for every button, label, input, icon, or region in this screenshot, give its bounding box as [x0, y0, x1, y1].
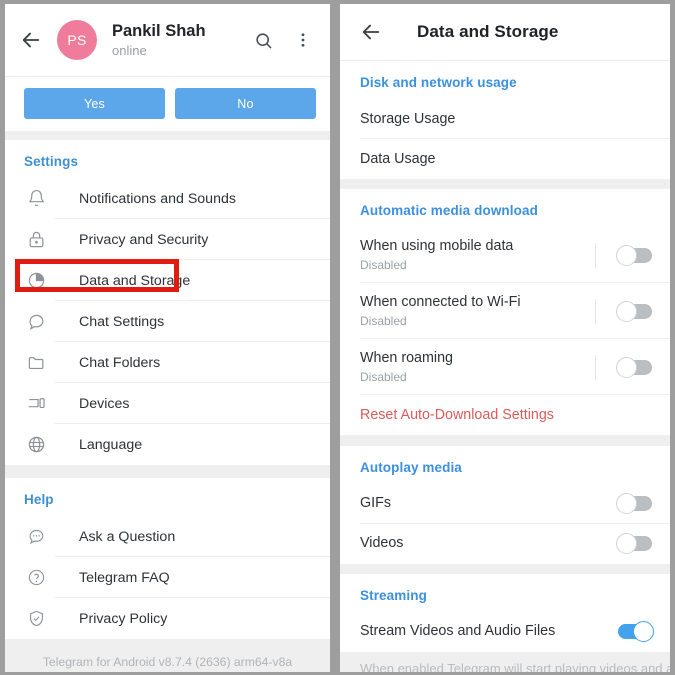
row-label: Stream Videos and Audio Files: [360, 623, 556, 640]
row-sublabel: Disabled: [360, 314, 407, 329]
sidebar-item-language[interactable]: Language: [5, 424, 330, 465]
toggle-knob: [616, 356, 637, 378]
row-label: Videos: [360, 535, 404, 552]
row-data-usage[interactable]: Data Usage: [340, 139, 670, 180]
yes-button[interactable]: Yes: [24, 88, 165, 119]
overflow-menu-icon[interactable]: [290, 27, 316, 53]
reset-auto-download-label: Reset Auto-Download Settings: [360, 406, 554, 423]
section-divider: [340, 435, 670, 446]
lock-icon: [24, 228, 48, 252]
toggle-mobile-data[interactable]: [616, 244, 652, 266]
row-label: When using mobile data: [360, 238, 514, 255]
toggle-knob: [616, 300, 637, 322]
shield-check-icon: [24, 607, 48, 631]
sidebar-item-label: Privacy and Security: [79, 231, 209, 248]
sidebar-item-label: Telegram FAQ: [79, 569, 170, 586]
toggle-knob: [616, 533, 637, 555]
chat-bubble-icon: [24, 310, 48, 334]
dual-screenshot-stage: PS Pankil Shah online Yes No Settings No…: [0, 0, 675, 675]
bell-icon: [24, 187, 48, 211]
streaming-description-text: When enabled Telegram will start playing…: [360, 660, 670, 672]
toggle-knob: [633, 621, 654, 643]
toggle-roaming[interactable]: [616, 356, 652, 378]
question-circle-icon: [24, 566, 48, 590]
devices-icon: [24, 392, 48, 416]
sidebar-item-chat-settings[interactable]: Chat Settings: [5, 301, 330, 342]
row-storage-usage[interactable]: Storage Usage: [340, 99, 670, 140]
row-sublabel: Disabled: [360, 370, 407, 385]
row-reset-auto-download[interactable]: Reset Auto-Download Settings: [340, 395, 670, 436]
sidebar-item-label: Chat Settings: [79, 313, 165, 330]
page-header: Data and Storage: [340, 4, 670, 62]
back-arrow-icon[interactable]: [18, 27, 44, 53]
page-title: Data and Storage: [417, 22, 559, 42]
help-section-header: Help: [5, 478, 330, 516]
contact-name-block[interactable]: Pankil Shah online: [112, 21, 250, 59]
sidebar-item-label: Ask a Question: [79, 528, 176, 545]
chat-dots-icon: [24, 525, 48, 549]
row-label: Storage Usage: [360, 110, 456, 127]
chat-header: PS Pankil Shah online: [5, 4, 330, 77]
toggle-videos[interactable]: [616, 533, 652, 555]
sidebar-item-ask-a-question[interactable]: Ask a Question: [5, 516, 330, 557]
contact-name: Pankil Shah: [112, 22, 206, 40]
toggle-divider: [595, 242, 596, 268]
sidebar-item-notifications[interactable]: Notifications and Sounds: [5, 178, 330, 219]
row-label: GIFs: [360, 495, 391, 512]
settings-panel: PS Pankil Shah online Yes No Settings No…: [5, 4, 330, 672]
app-version-text: Telegram for Android v8.7.4 (2636) arm64…: [5, 639, 330, 672]
toggle-knob: [616, 493, 637, 515]
sidebar-item-label: Privacy Policy: [79, 610, 168, 627]
disk-section-header: Disk and network usage: [340, 61, 670, 100]
no-button[interactable]: No: [175, 88, 316, 119]
toggle-wifi[interactable]: [616, 300, 652, 322]
pie-chart-icon: [24, 269, 48, 293]
streaming-description-cutoff: When enabled Telegram will start playing…: [340, 651, 670, 672]
sidebar-item-label: Notifications and Sounds: [79, 190, 236, 207]
settings-section-header: Settings: [5, 140, 330, 178]
sidebar-item-chat-folders[interactable]: Chat Folders: [5, 342, 330, 383]
sidebar-item-label: Chat Folders: [79, 354, 161, 371]
row-label: When roaming: [360, 350, 453, 367]
toggle-gifs[interactable]: [616, 493, 652, 515]
section-divider: [5, 131, 330, 140]
prompt-buttons: Yes No: [5, 77, 330, 131]
avatar-initials: PS: [67, 32, 87, 48]
autoplay-section-header: Autoplay media: [340, 445, 670, 484]
toggle-streaming[interactable]: [618, 621, 654, 643]
sidebar-item-telegram-faq[interactable]: Telegram FAQ: [5, 557, 330, 598]
contact-status: online: [112, 43, 147, 58]
sidebar-item-devices[interactable]: Devices: [5, 383, 330, 424]
row-when-roaming[interactable]: When roaming Disabled: [340, 339, 670, 396]
sidebar-item-label: Devices: [79, 395, 130, 412]
back-arrow-icon[interactable]: [358, 19, 384, 45]
section-divider: [340, 563, 670, 574]
avatar[interactable]: PS: [57, 20, 97, 60]
row-gifs[interactable]: GIFs: [340, 483, 670, 524]
row-when-connected-to-wifi[interactable]: When connected to Wi-Fi Disabled: [340, 283, 670, 340]
auto-download-section-header: Automatic media download: [340, 189, 670, 228]
globe-icon: [24, 433, 48, 457]
sidebar-item-data-and-storage[interactable]: Data and Storage: [5, 260, 330, 301]
data-and-storage-panel: Data and Storage Disk and network usage …: [340, 4, 670, 672]
search-icon[interactable]: [250, 27, 276, 53]
toggle-knob: [616, 244, 637, 266]
folder-icon: [24, 351, 48, 375]
row-sublabel: Disabled: [360, 258, 407, 273]
row-label: Data Usage: [360, 150, 436, 167]
sidebar-item-label: Language: [79, 436, 143, 453]
row-stream-videos-and-audio[interactable]: Stream Videos and Audio Files: [340, 611, 670, 652]
sidebar-item-privacy-policy[interactable]: Privacy Policy: [5, 598, 330, 639]
streaming-section-header: Streaming: [340, 573, 670, 612]
sidebar-item-privacy[interactable]: Privacy and Security: [5, 219, 330, 260]
toggle-divider: [595, 298, 596, 324]
toggle-divider: [595, 354, 596, 380]
row-when-using-mobile-data[interactable]: When using mobile data Disabled: [340, 227, 670, 284]
sidebar-item-label: Data and Storage: [79, 272, 191, 289]
section-divider: [340, 179, 670, 190]
row-label: When connected to Wi-Fi: [360, 294, 521, 311]
section-divider: [5, 465, 330, 478]
row-videos[interactable]: Videos: [340, 523, 670, 564]
